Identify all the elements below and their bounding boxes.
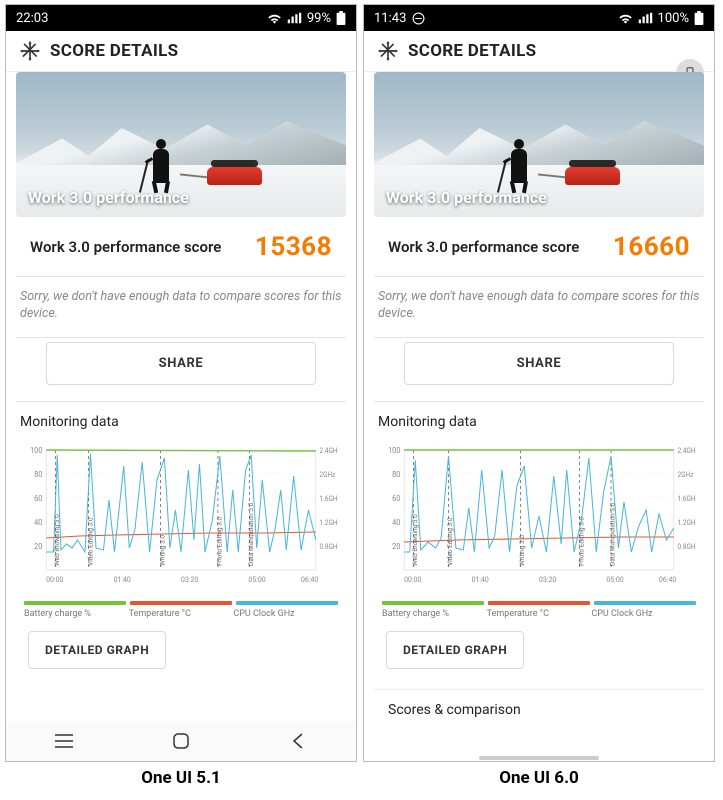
- battery-icon: [336, 11, 346, 25]
- svg-text:Web Browsing 3.0: Web Browsing 3.0: [411, 513, 419, 565]
- svg-text:2.4GHz: 2.4GHz: [678, 447, 696, 455]
- svg-text:100: 100: [388, 445, 400, 454]
- score-label: Work 3.0 performance score: [30, 238, 221, 256]
- svg-text:03:20: 03:20: [539, 574, 556, 583]
- status-bar: 11:43 100%: [364, 5, 714, 31]
- dnd-icon: [412, 12, 425, 25]
- svg-text:2GHz: 2GHz: [320, 471, 336, 479]
- status-time: 22:03: [16, 11, 48, 26]
- svg-text:05:00: 05:00: [248, 574, 265, 583]
- score-row: Work 3.0 performance score 16660: [374, 217, 704, 276]
- status-time: 11:43: [374, 11, 406, 26]
- svg-text:40: 40: [392, 517, 400, 526]
- monitoring-title: Monitoring data: [364, 402, 714, 438]
- score-value: 16660: [613, 232, 690, 262]
- signal-icon: [638, 12, 653, 24]
- app-header: SCORE DETAILS: [6, 31, 356, 72]
- svg-text:Data Manipulation 3.0: Data Manipulation 3.0: [247, 502, 255, 566]
- detailed-graph-button[interactable]: DETAILED GRAPH: [28, 631, 166, 669]
- svg-text:Video Editing 3.0: Video Editing 3.0: [446, 517, 454, 566]
- gesture-bar: [479, 756, 599, 760]
- page-title: SCORE DETAILS: [50, 41, 178, 61]
- caption-left: One UI 5.1: [5, 768, 357, 788]
- banner-label: Work 3.0 performance: [28, 188, 189, 207]
- svg-text:80: 80: [392, 469, 400, 478]
- score-label: Work 3.0 performance score: [388, 238, 579, 256]
- screenshot-right: 11:43 100% SCORE DETAILS Work 3.0 perfor…: [363, 4, 715, 762]
- legend-text: Battery charge % Temperature °C CPU Cloc…: [24, 609, 338, 619]
- hero-banner: Work 3.0 performance: [374, 72, 704, 217]
- share-button[interactable]: SHARE: [46, 342, 316, 385]
- svg-text:01:40: 01:40: [472, 574, 489, 583]
- legend-bars: [24, 601, 338, 605]
- hero-banner: Work 3.0 performance: [16, 72, 346, 217]
- snowflake-icon: [378, 41, 398, 61]
- svg-text:1.6GHz: 1.6GHz: [320, 495, 338, 503]
- back-button[interactable]: [288, 731, 308, 751]
- scores-comparison-header[interactable]: Scores & comparison: [374, 689, 704, 718]
- svg-text:1.6GHz: 1.6GHz: [678, 495, 696, 503]
- comparison-message: Sorry, we don't have enough data to comp…: [364, 277, 714, 337]
- app-header: SCORE DETAILS: [364, 31, 714, 72]
- score-value: 15368: [255, 232, 332, 262]
- snowflake-icon: [20, 41, 40, 61]
- svg-text:Writing 3.0: Writing 3.0: [159, 534, 167, 566]
- wifi-icon: [618, 12, 633, 24]
- svg-text:Photo Editing 3.0: Photo Editing 3.0: [578, 516, 586, 566]
- svg-text:0.8GHz: 0.8GHz: [678, 543, 696, 551]
- svg-text:Web Browsing 3.0: Web Browsing 3.0: [53, 513, 61, 565]
- svg-text:2.4GHz: 2.4GHz: [320, 447, 338, 455]
- svg-text:40: 40: [34, 517, 42, 526]
- monitoring-title: Monitoring data: [6, 402, 356, 438]
- signal-icon: [287, 12, 302, 24]
- svg-text:Data Manipulation 3.0: Data Manipulation 3.0: [609, 502, 617, 566]
- svg-text:100: 100: [30, 445, 42, 454]
- svg-text:60: 60: [34, 493, 42, 502]
- svg-text:20: 20: [34, 541, 42, 550]
- svg-text:20: 20: [392, 541, 400, 550]
- android-navbar: [6, 721, 356, 761]
- svg-text:2GHz: 2GHz: [678, 471, 694, 479]
- svg-text:60: 60: [392, 493, 400, 502]
- share-button[interactable]: SHARE: [404, 342, 674, 385]
- status-battery: 99%: [307, 11, 331, 26]
- wifi-icon: [267, 12, 282, 24]
- screenshot-left: 22:03 99% SCORE DETAILS Work 3.0 perform…: [5, 4, 357, 762]
- svg-text:05:00: 05:00: [606, 574, 623, 583]
- monitoring-chart[interactable]: 100 80 60 40 20 2.4GHz 2GHz 1.6GHz 1.2GH…: [24, 440, 338, 595]
- svg-text:06:40: 06:40: [301, 574, 318, 583]
- svg-text:03:20: 03:20: [181, 574, 198, 583]
- svg-text:Video Editing 3.0: Video Editing 3.0: [87, 517, 95, 566]
- legend-bars: [382, 601, 696, 605]
- svg-text:01:40: 01:40: [114, 574, 131, 583]
- svg-text:80: 80: [34, 469, 42, 478]
- svg-text:06:40: 06:40: [659, 574, 676, 583]
- svg-text:00:00: 00:00: [46, 574, 63, 583]
- svg-text:1.2GHz: 1.2GHz: [320, 519, 338, 527]
- legend-text: Battery charge % Temperature °C CPU Cloc…: [382, 609, 696, 619]
- caption-right: One UI 6.0: [363, 768, 715, 788]
- svg-text:Writing 3.0: Writing 3.0: [518, 534, 526, 566]
- svg-text:0.8GHz: 0.8GHz: [320, 543, 338, 551]
- page-title: SCORE DETAILS: [408, 41, 536, 61]
- svg-text:00:00: 00:00: [404, 574, 421, 583]
- score-row: Work 3.0 performance score 15368: [16, 217, 346, 276]
- status-battery: 100%: [658, 11, 689, 26]
- banner-label: Work 3.0 performance: [386, 188, 547, 207]
- svg-text:1.2GHz: 1.2GHz: [678, 519, 696, 527]
- status-bar: 22:03 99%: [6, 5, 356, 31]
- home-button[interactable]: [171, 731, 191, 751]
- comparison-message: Sorry, we don't have enough data to comp…: [6, 277, 356, 337]
- detailed-graph-button[interactable]: DETAILED GRAPH: [386, 631, 524, 669]
- svg-text:Photo Editing 3.0: Photo Editing 3.0: [216, 516, 224, 566]
- monitoring-chart[interactable]: 100 80 60 40 20 2.4GHz 2GHz 1.6GHz 1.2GH…: [382, 440, 696, 595]
- battery-icon: [694, 11, 704, 25]
- recent-apps-button[interactable]: [54, 731, 74, 751]
